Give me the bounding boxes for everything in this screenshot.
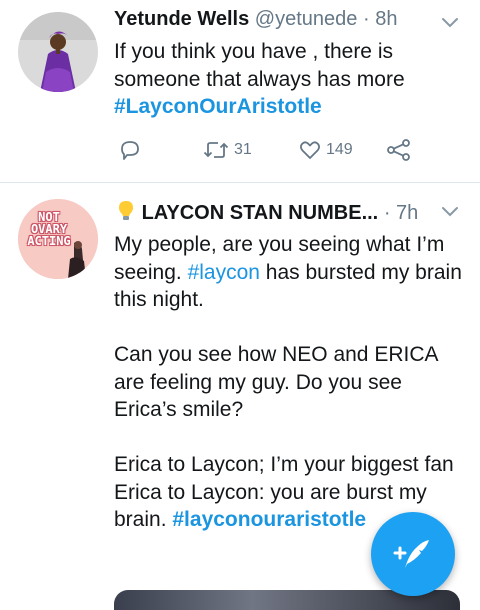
- author-handle[interactable]: @yetunede: [255, 8, 358, 30]
- tweet-1-actions: 31 149: [114, 138, 434, 166]
- reply-icon: [121, 141, 139, 160]
- like-icon: [299, 141, 321, 159]
- avatar-laycon-stan[interactable]: NOT OVARY ACTING: [18, 199, 98, 279]
- lightbulb-icon: [119, 201, 133, 220]
- compose-icon: [393, 540, 429, 568]
- like-button[interactable]: 149: [298, 138, 353, 162]
- tweet-time[interactable]: 8h: [375, 8, 397, 30]
- paragraph-3a: Erica to Laycon; I’m your biggest fan: [114, 453, 454, 476]
- hashtag-link[interactable]: #LayconOurAristotle: [114, 95, 322, 118]
- share-button[interactable]: [386, 138, 412, 162]
- tweet-1-header: Yetunde Wells @yetunede · 8h: [114, 8, 397, 31]
- like-count: 149: [326, 141, 353, 158]
- separator-dot: ·: [362, 8, 370, 30]
- hashtag-link[interactable]: #layconouraristotle: [172, 508, 366, 531]
- tweet-1-text: If you think you have , there is someone…: [114, 38, 462, 121]
- tweet-time[interactable]: 7h: [396, 202, 418, 224]
- avatar-yetunde[interactable]: [18, 12, 98, 92]
- hashtag-link[interactable]: #laycon: [188, 261, 260, 284]
- retweet-button[interactable]: 31: [202, 138, 252, 162]
- paragraph-1: My people, are you seeing what I’m seein…: [114, 231, 462, 314]
- separator-dot: ·: [383, 202, 391, 224]
- reply-button[interactable]: [118, 138, 142, 162]
- avatar-line-3: ACTING: [27, 234, 71, 248]
- retweet-count: 31: [234, 141, 252, 158]
- author-name[interactable]: LAYCON STAN NUMBE...: [142, 202, 379, 224]
- avatar-caption: NOT OVARY ACTING: [18, 211, 80, 247]
- tweet-2-text: My people, are you seeing what I’m seein…: [114, 231, 462, 534]
- tweet-text: If you think you have , there is someone…: [114, 40, 405, 91]
- compose-tweet-button[interactable]: [371, 512, 455, 596]
- retweet-icon: [203, 142, 229, 158]
- author-name[interactable]: Yetunde Wells: [114, 8, 249, 30]
- paragraph-2: Can you see how NEO and ERICA are feelin…: [114, 343, 438, 421]
- chevron-down-icon[interactable]: [438, 10, 462, 34]
- share-icon: [387, 139, 410, 161]
- tweet-1[interactable]: Yetunde Wells @yetunede · 8h If you thin…: [0, 0, 480, 182]
- tweet-2-header: LAYCON STAN NUMBE... · 7h: [116, 200, 418, 225]
- chevron-down-icon[interactable]: [438, 199, 462, 223]
